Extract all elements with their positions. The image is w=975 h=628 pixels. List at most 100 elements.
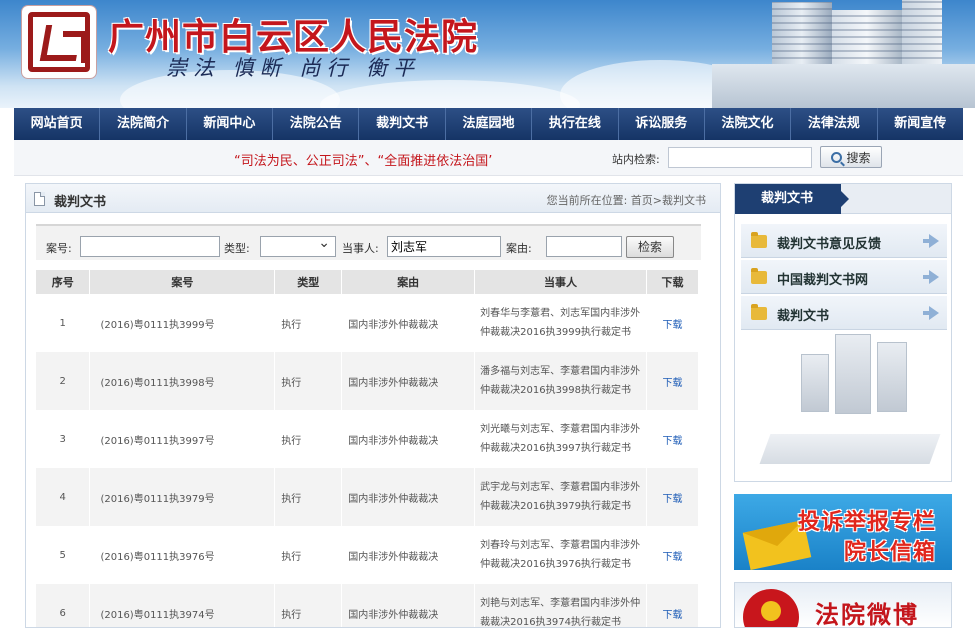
download-link[interactable]: 下载 [662, 494, 682, 505]
row-no: 3 [36, 410, 91, 468]
nav-item-publicity[interactable]: 新闻宣传 [878, 108, 963, 140]
row-party: 刘艳与刘志军、李薏君国内非涉外仲裁裁决2016执3974执行裁定书 [474, 584, 647, 627]
case-no-label: 案号: [46, 242, 72, 255]
type-select[interactable] [260, 235, 336, 257]
sidebar-item-china-judgments[interactable]: 中国裁判文书网 [741, 260, 947, 294]
nav-item-home[interactable]: 网站首页 [14, 108, 101, 140]
court-logo[interactable] [22, 6, 96, 78]
complaint-banner-line1: 投诉举报专栏 [797, 510, 936, 535]
row-download-cell: 下载 [646, 352, 700, 410]
court-weibo-banner[interactable]: 法院微博 [734, 582, 952, 628]
notice-bar: “司法为民、公正司法”、“全面推进依法治国’ 站内检索: 搜索 [14, 140, 963, 176]
court-logo-mark [28, 12, 90, 72]
row-download-cell: 下载 [646, 526, 700, 584]
breadcrumb[interactable]: 您当前所在位置: 首页>裁判文书 [547, 192, 706, 208]
row-party: 刘春华与李薏君、刘志军国内非涉外仲裁裁决2016执3999执行裁定书 [474, 294, 647, 352]
row-case-no: (2016)粤0111执3974号 [89, 584, 276, 627]
download-link[interactable]: 下载 [662, 320, 682, 331]
row-no: 6 [36, 584, 91, 627]
sidebar-item-label: 裁判文书 [777, 309, 830, 324]
sidebar-title: 裁判文书 [735, 184, 849, 214]
reason-label: 案由: [506, 242, 532, 255]
row-type: 执行 [274, 584, 343, 627]
row-party: 刘春玲与刘志军、李薏君国内非涉外仲裁裁决2016执3976执行裁定书 [474, 526, 647, 584]
row-reason: 国内非涉外仲裁裁决 [341, 526, 476, 584]
row-download-cell: 下载 [646, 294, 700, 352]
folder-icon [751, 268, 767, 284]
row-type: 执行 [274, 352, 343, 410]
nav-item-judgments[interactable]: 裁判文书 [359, 108, 446, 140]
site-search-input[interactable] [668, 147, 812, 168]
weibo-banner-text: 法院微博 [815, 601, 919, 628]
complaint-banner-line2: 院长信箱 [843, 540, 936, 565]
nav-item-litigation-service[interactable]: 诉讼服务 [619, 108, 705, 140]
sidebar-item-feedback[interactable]: 裁判文书意见反馈 [741, 224, 947, 258]
row-party: 潘多福与刘志军、李薏君国内非涉外仲裁裁决2016执3998执行裁定书 [474, 352, 647, 410]
col-header-party: 当事人 [474, 270, 647, 294]
col-header-no: 序号 [36, 270, 91, 294]
sidebar-item-label: 裁判文书意见反馈 [777, 237, 882, 252]
row-case-no: (2016)粤0111执3976号 [89, 526, 276, 584]
arrow-right-icon [923, 234, 939, 248]
download-link[interactable]: 下载 [662, 436, 682, 447]
party-input[interactable] [387, 236, 501, 257]
computer-illustration [759, 334, 941, 474]
download-link[interactable]: 下载 [662, 378, 682, 389]
row-party: 刘光曦与刘志军、李薏君国内非涉外仲裁裁决2016执3997执行裁定书 [474, 410, 647, 468]
reason-input[interactable] [546, 236, 622, 257]
row-download-cell: 下载 [646, 468, 700, 526]
row-case-no: (2016)粤0111执3998号 [89, 352, 276, 410]
sidebar-item-label: 中国裁判文书网 [777, 273, 869, 288]
row-reason: 国内非涉外仲裁裁决 [341, 468, 476, 526]
nav-item-court-culture[interactable]: 法院文化 [705, 108, 792, 140]
type-label: 类型: [224, 242, 250, 255]
row-reason: 国内非涉外仲裁裁决 [341, 352, 476, 410]
sidebar-header: 裁判文书 [735, 184, 951, 214]
nav-item-court-garden[interactable]: 法庭园地 [446, 108, 533, 140]
site-search-label: 站内检索: [612, 153, 660, 166]
site-search-button-label: 搜索 [846, 150, 871, 165]
row-case-no: (2016)粤0111执3997号 [89, 410, 276, 468]
court-building-image [712, 0, 975, 108]
row-no: 5 [36, 526, 91, 584]
nav-item-enforcement[interactable]: 执行在线 [532, 108, 619, 140]
folder-icon [751, 304, 767, 320]
col-header-type: 类型 [274, 270, 343, 294]
table-row: 2 (2016)粤0111执3998号 执行 国内非涉外仲裁裁决 潘多福与刘志军… [36, 352, 700, 410]
table-row: 5 (2016)粤0111执3976号 执行 国内非涉外仲裁裁决 刘春玲与刘志军… [36, 526, 700, 584]
site-search-button[interactable]: 搜索 [820, 146, 882, 168]
row-type: 执行 [274, 526, 343, 584]
row-reason: 国内非涉外仲裁裁决 [341, 410, 476, 468]
site-header: 广州市白云区人民法院 崇法 慎断 尚行 衡平 [0, 0, 975, 108]
row-case-no: (2016)粤0111执3999号 [89, 294, 276, 352]
row-type: 执行 [274, 294, 343, 352]
case-no-input[interactable] [80, 236, 220, 257]
nav-item-laws[interactable]: 法律法规 [791, 108, 878, 140]
nav-item-news-center[interactable]: 新闻中心 [187, 108, 274, 140]
sidebar-item-judgments[interactable]: 裁判文书 [741, 296, 947, 330]
row-reason: 国内非涉外仲裁裁决 [341, 584, 476, 627]
panel-title: 裁判文书 [54, 195, 107, 210]
document-icon [34, 192, 45, 206]
filter-search-button[interactable]: 检索 [626, 236, 674, 258]
arrow-right-icon [923, 270, 939, 284]
row-no: 1 [36, 294, 91, 352]
row-reason: 国内非涉外仲裁裁决 [341, 294, 476, 352]
judgments-table: 序号 案号 类型 案由 当事人 下载 1 (2016)粤0111执3999号 执… [36, 270, 700, 627]
row-no: 2 [36, 352, 91, 410]
row-type: 执行 [274, 468, 343, 526]
row-party: 武宇龙与刘志军、李薏君国内非涉外仲裁裁决2016执3979执行裁定书 [474, 468, 647, 526]
judgments-sidebar: 裁判文书 裁判文书意见反馈 中国裁判文书网 裁判文书 [734, 183, 952, 482]
complaint-mailbox-banner[interactable]: 投诉举报专栏 院长信箱 [734, 494, 952, 570]
table-row: 3 (2016)粤0111执3997号 执行 国内非涉外仲裁裁决 刘光曦与刘志军… [36, 410, 700, 468]
download-link[interactable]: 下载 [662, 552, 682, 563]
main-nav: 网站首页 法院简介 新闻中心 法院公告 裁判文书 法庭园地 执行在线 诉讼服务 … [14, 108, 963, 140]
court-emblem-icon [743, 589, 799, 627]
nav-item-court-intro[interactable]: 法院简介 [100, 108, 187, 140]
download-link[interactable]: 下载 [662, 610, 682, 621]
filter-bar: 案号: 类型: 当事人: 案由: 检索 [36, 224, 701, 260]
search-icon [831, 151, 843, 163]
panel-header: 裁判文书 您当前所在位置: 首页>裁判文书 [26, 184, 720, 213]
col-header-case: 案号 [89, 270, 276, 294]
nav-item-court-notices[interactable]: 法院公告 [273, 108, 360, 140]
